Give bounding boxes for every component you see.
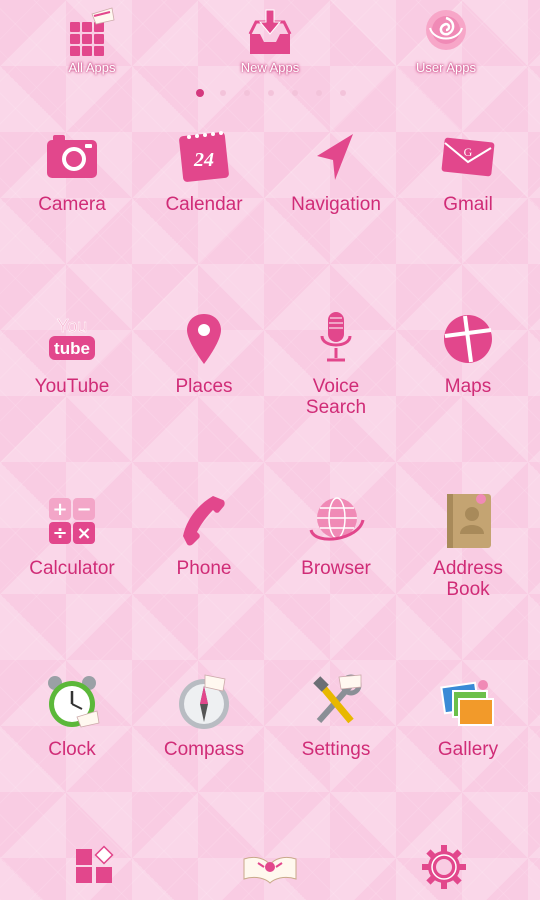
app-label-line: Book [446,579,490,600]
app-label: Maps [444,376,492,397]
inbox-download-icon [248,9,292,54]
tab-all-apps[interactable]: All Apps [32,6,152,86]
phone-handset-icon [183,496,225,546]
app-label: Compass [163,739,245,760]
app-label: Navigation [291,194,381,215]
app-calendar[interactable]: 24 Calendar [138,126,270,246]
gmail-glyph: G [464,145,473,159]
photos-icon [440,680,494,726]
book-icon [243,856,297,884]
app-youtube[interactable]: You tube YouTube [6,308,138,428]
alarm-clock-icon [48,676,100,728]
app-label: Clock [48,739,96,760]
calc-key: + [52,499,67,520]
app-address-book[interactable]: Address Book [402,490,534,610]
app-places[interactable]: Places [138,308,270,428]
calendar-icon: 24 [179,131,229,182]
map-icon [444,315,492,363]
app-calculator[interactable]: + − ÷ × Calculator [6,490,138,610]
tab-user-apps[interactable]: User Apps [386,6,506,86]
page-dot[interactable] [220,90,226,96]
top-tab-bar: All Apps New Apps User Apps [0,0,540,90]
calculator-icon: + − ÷ × [49,498,95,544]
app-label: Calculator [29,558,115,579]
apps-grid-icon [76,845,114,883]
calendar-day: 24 [193,149,214,171]
app-browser[interactable]: Browser [270,490,402,610]
youtube-logo-bottom: tube [54,339,90,358]
app-gallery[interactable]: Gallery [402,671,534,791]
camera-icon [47,135,97,178]
page-dot[interactable] [244,90,250,96]
app-label: Browser [301,558,371,579]
bottom-dock [0,835,540,900]
app-label: Gallery [437,739,499,760]
app-label-line: Search [305,397,367,418]
app-clock[interactable]: Clock [6,671,138,791]
app-label: Camera [38,194,106,215]
app-label: YouTube [34,376,110,397]
app-navigation[interactable]: Navigation [270,126,402,246]
tab-label: User Apps [416,60,476,75]
app-label: Places [175,376,233,397]
calc-key: ÷ [52,523,67,544]
youtube-icon: You tube [49,316,95,360]
app-label: Voice Search [270,376,402,418]
app-label: Settings [301,739,371,760]
page-dot[interactable] [268,90,274,96]
tools-icon [313,674,362,724]
rose-icon [426,10,466,50]
app-gmail[interactable]: G Gmail [402,126,534,246]
page-dot[interactable] [316,90,322,96]
address-book-icon [447,494,491,548]
dock-book-button[interactable] [240,841,300,893]
microphone-icon [320,312,352,362]
app-label: Gmail [443,194,493,215]
app-settings[interactable]: Settings [270,671,402,791]
app-label-line: Voice [312,376,360,397]
page-dot[interactable] [340,90,346,96]
calc-key: − [76,499,91,520]
tab-label: All Apps [68,60,116,75]
dock-settings-button[interactable] [414,841,474,893]
app-label: Phone [176,558,232,579]
tab-label: New Apps [240,60,300,75]
navigation-arrow-icon [317,134,353,180]
tab-new-apps[interactable]: New Apps [210,6,330,86]
globe-icon [309,497,365,541]
mail-icon: G [441,137,495,177]
app-maps[interactable]: Maps [402,308,534,428]
compass-icon [179,674,229,729]
app-label: Calendar [165,194,243,215]
youtube-logo-top: You [57,316,87,336]
app-camera[interactable]: Camera [6,126,138,246]
calc-key: × [76,523,91,544]
app-voice-search[interactable]: Voice Search [270,308,402,428]
app-compass[interactable]: Compass [138,671,270,791]
app-phone[interactable]: Phone [138,490,270,610]
gear-icon [422,845,466,889]
page-dot-active[interactable] [196,89,204,97]
dock-all-apps-button[interactable] [64,841,124,893]
map-pin-icon [187,314,221,364]
grid-icon [70,7,115,56]
app-label-line: Address [433,558,503,579]
app-label: Address Book [402,558,534,600]
page-dot[interactable] [292,90,298,96]
